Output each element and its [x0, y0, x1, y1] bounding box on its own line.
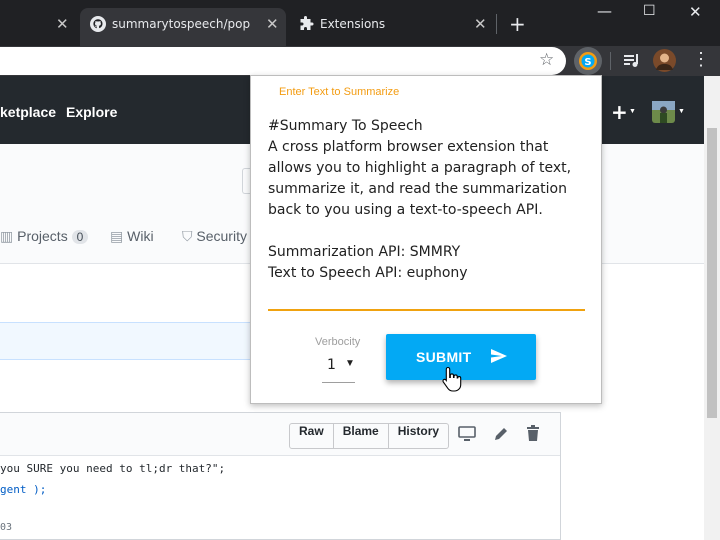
close-window-button[interactable]: ✕ — [689, 3, 702, 21]
history-button[interactable]: History — [389, 424, 448, 448]
new-tab-button[interactable]: + — [509, 12, 526, 36]
chevron-down-icon: ▼ — [629, 108, 636, 115]
tab-separator — [496, 14, 497, 34]
tab-title: Extensions — [320, 17, 386, 31]
trash-icon[interactable] — [526, 425, 540, 447]
media-control-icon[interactable] — [623, 51, 641, 74]
pencil-icon[interactable] — [493, 426, 509, 447]
scrollbar-thumb[interactable] — [707, 128, 717, 418]
tab-wiki-label: Wiki — [127, 228, 154, 244]
dropdown-caret-icon: ▼ — [345, 358, 355, 369]
puzzle-icon — [298, 16, 314, 35]
code-line: gent ); — [0, 483, 47, 496]
shield-icon: ⛉ — [182, 228, 193, 244]
verbocity-select[interactable]: 1 ▼ — [322, 354, 355, 383]
tab-security-label: Security — [196, 228, 247, 244]
summary-textarea[interactable]: #Summary To Speech A cross platform brow… — [268, 116, 590, 284]
desktop-icon[interactable] — [458, 426, 476, 447]
submit-label: SUBMIT — [416, 349, 472, 365]
nav-marketplace[interactable]: ketplace — [0, 104, 56, 120]
send-icon — [490, 348, 508, 369]
tab-github-popup[interactable]: summarytospeech/popup.js ✕ — [80, 8, 286, 46]
file-button-group: Raw Blame History — [289, 423, 450, 449]
minimize-button[interactable]: — — [597, 2, 612, 20]
code-line: 03 — [0, 522, 13, 533]
textarea-underline — [268, 309, 585, 311]
avatar[interactable] — [652, 101, 675, 123]
file-toolbar: Raw Blame History — [0, 413, 560, 456]
toolbar-separator — [610, 52, 611, 70]
browser-toolbar: ☆ S ⋮ — [0, 46, 720, 76]
maximize-button[interactable]: ☐ — [643, 3, 656, 19]
tab-close-icon[interactable]: ✕ — [474, 15, 487, 33]
textarea-label: Enter Text to Summarize — [279, 86, 400, 98]
github-icon — [90, 16, 106, 35]
extension-popup: Enter Text to Summarize #Summary To Spee… — [250, 75, 602, 404]
star-icon[interactable]: ☆ — [539, 50, 554, 70]
profile-avatar[interactable] — [653, 49, 676, 72]
nav-explore[interactable]: Explore — [66, 104, 117, 120]
page-scrollbar[interactable] — [704, 76, 720, 540]
projects-count: 0 — [71, 230, 89, 244]
hand-cursor-icon — [442, 366, 462, 397]
projects-icon: ▥ — [0, 228, 14, 244]
raw-button[interactable]: Raw — [290, 424, 334, 448]
address-bar[interactable]: ☆ — [0, 47, 566, 75]
svg-text:S: S — [584, 57, 591, 68]
verbocity-value: 1 — [327, 357, 336, 373]
wiki-icon: ▤ — [110, 228, 124, 244]
chevron-down-icon: ▼ — [678, 108, 685, 115]
file-viewer: Raw Blame History you SURE you need to t… — [0, 412, 561, 540]
tab-projects-label: Projects — [17, 228, 68, 244]
tab-close-icon[interactable]: ✕ — [56, 15, 69, 33]
code-line: you SURE you need to tl;dr that?"; — [0, 462, 226, 475]
tab-extensions[interactable]: Extensions ✕ — [288, 8, 494, 46]
plus-icon[interactable]: + — [611, 100, 628, 124]
browser-tab-strip: ✕ summarytospeech/popup.js ✕ Extensions … — [0, 0, 720, 46]
blame-button[interactable]: Blame — [334, 424, 389, 448]
tab-security[interactable]: ⛉ Security — [182, 228, 247, 245]
tab-wiki[interactable]: ▤ Wiki — [110, 228, 154, 245]
verbocity-label: Verbocity — [315, 336, 361, 348]
tab-close-icon[interactable]: ✕ — [266, 15, 279, 33]
tab-title: summarytospeech/popup.js — [112, 17, 250, 31]
extension-icon[interactable]: S — [574, 47, 602, 75]
menu-kebab-icon[interactable]: ⋮ — [692, 49, 710, 69]
tab-projects[interactable]: ▥ Projects 0 — [0, 228, 89, 245]
